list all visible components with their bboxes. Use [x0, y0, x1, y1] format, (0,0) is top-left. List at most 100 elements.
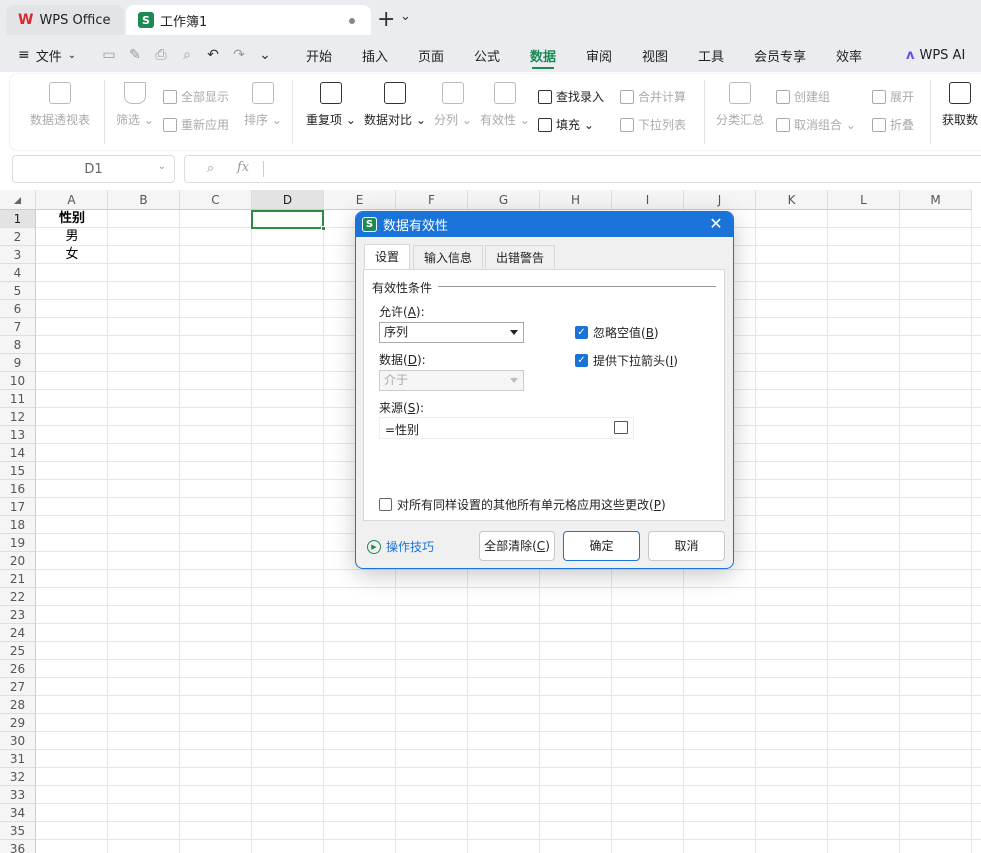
tab-workbook[interactable]: S 工作簿1 — [126, 5, 371, 35]
new-tab-button[interactable]: + — [377, 7, 395, 33]
row-header-13[interactable]: 13 — [0, 426, 36, 444]
format-painter-icon[interactable]: ✎ — [126, 46, 144, 64]
column-header-k[interactable]: K — [756, 190, 828, 210]
ungroup-button[interactable]: 取消组合 ⌄ — [776, 116, 856, 133]
close-icon[interactable]: ✕ — [707, 215, 725, 233]
column-header-g[interactable]: G — [468, 190, 540, 210]
menu-data[interactable]: 数据 — [530, 38, 556, 72]
undo-icon[interactable]: ↶ — [204, 46, 222, 64]
source-input[interactable]: =性别 — [379, 417, 634, 439]
menu-efficiency[interactable]: 效率 — [836, 38, 862, 72]
row-header-30[interactable]: 30 — [0, 732, 36, 750]
row-header-23[interactable]: 23 — [0, 606, 36, 624]
menu-page[interactable]: 页面 — [418, 38, 444, 72]
row-header-24[interactable]: 24 — [0, 624, 36, 642]
row-header-34[interactable]: 34 — [0, 804, 36, 822]
row-header-17[interactable]: 17 — [0, 498, 36, 516]
column-header-a[interactable]: A — [36, 190, 108, 210]
column-header-j[interactable]: J — [684, 190, 756, 210]
cell-a2[interactable]: 男 — [36, 228, 108, 246]
row-header-5[interactable]: 5 — [0, 282, 36, 300]
row-header-9[interactable]: 9 — [0, 354, 36, 372]
subtotal-button[interactable]: 分类汇总 — [716, 82, 764, 128]
create-group-button[interactable]: 创建组 — [776, 88, 830, 105]
column-header-l[interactable]: L — [828, 190, 900, 210]
column-header-h[interactable]: H — [540, 190, 612, 210]
quick-access-chevron-icon[interactable]: ⌄ — [256, 46, 274, 64]
row-header-36[interactable]: 36 — [0, 840, 36, 853]
row-header-11[interactable]: 11 — [0, 390, 36, 408]
row-header-16[interactable]: 16 — [0, 480, 36, 498]
filter-button[interactable]: 筛选 ⌄ — [116, 82, 154, 128]
row-header-25[interactable]: 25 — [0, 642, 36, 660]
apply-all-label[interactable]: 对所有同样设置的其他所有单元格应用这些更改(P) — [397, 496, 666, 513]
tips-link[interactable]: ▶ 操作技巧 — [367, 538, 434, 555]
row-header-22[interactable]: 22 — [0, 588, 36, 606]
row-header-20[interactable]: 20 — [0, 552, 36, 570]
column-header-i[interactable]: I — [612, 190, 684, 210]
show-all-button[interactable]: 全部显示 — [163, 88, 229, 105]
row-header-35[interactable]: 35 — [0, 822, 36, 840]
column-header-f[interactable]: F — [396, 190, 468, 210]
save-icon[interactable]: ▭ — [100, 46, 118, 64]
split-column-button[interactable]: 分列 ⌄ — [434, 82, 472, 128]
cell-a1[interactable]: 性别 — [36, 210, 108, 228]
print-icon[interactable]: ⎙ — [152, 46, 170, 64]
column-header-b[interactable]: B — [108, 190, 180, 210]
row-header-29[interactable]: 29 — [0, 714, 36, 732]
cancel-button[interactable]: 取消 — [648, 531, 725, 561]
sort-button[interactable]: 排序 ⌄ — [244, 82, 282, 128]
fill-button[interactable]: 填充 ⌄ — [538, 116, 594, 133]
row-header-19[interactable]: 19 — [0, 534, 36, 552]
dialog-title-bar[interactable]: S 数据有效性 ✕ — [356, 212, 733, 237]
row-header-28[interactable]: 28 — [0, 696, 36, 714]
row-header-12[interactable]: 12 — [0, 408, 36, 426]
row-header-27[interactable]: 27 — [0, 678, 36, 696]
dropdown-arrow-label[interactable]: 提供下拉箭头(I) — [593, 352, 678, 369]
fill-handle[interactable] — [321, 226, 326, 231]
tab-error-alert[interactable]: 出错警告 — [485, 245, 556, 269]
menu-view[interactable]: 视图 — [642, 38, 668, 72]
ignore-blank-label[interactable]: 忽略空值(B) — [593, 324, 659, 341]
wps-ai-button[interactable]: ᴧ WPS AI — [906, 38, 965, 72]
data-validation-button[interactable]: 有效性 ⌄ — [480, 82, 530, 128]
fx-icon[interactable]: fx — [237, 160, 249, 175]
column-header-c[interactable]: C — [180, 190, 252, 210]
range-picker-icon[interactable] — [614, 421, 628, 434]
tab-settings[interactable]: 设置 — [364, 244, 411, 270]
tab-input-message[interactable]: 输入信息 — [413, 245, 484, 269]
ignore-blank-checkbox[interactable]: ✓ — [575, 326, 588, 339]
menu-review[interactable]: 审阅 — [586, 38, 612, 72]
row-header-14[interactable]: 14 — [0, 444, 36, 462]
get-data-button[interactable]: 获取数 — [942, 82, 978, 128]
row-header-8[interactable]: 8 — [0, 336, 36, 354]
dropdown-arrow-checkbox[interactable]: ✓ — [575, 354, 588, 367]
dropdown-list-button[interactable]: 下拉列表 — [620, 116, 686, 133]
column-header-d[interactable]: D — [252, 190, 324, 210]
consolidate-button[interactable]: 合并计算 — [620, 88, 686, 105]
row-header-7[interactable]: 7 — [0, 318, 36, 336]
tab-list-chevron-icon[interactable]: ⌄ — [400, 9, 411, 24]
expand-button[interactable]: 展开 — [872, 88, 914, 105]
formula-bar[interactable]: ⌕ fx — [184, 155, 981, 183]
data-select[interactable]: 介于 — [379, 370, 524, 391]
row-header-2[interactable]: 2 — [0, 228, 36, 246]
clear-all-button[interactable]: 全部清除(C) — [479, 531, 555, 561]
row-header-15[interactable]: 15 — [0, 462, 36, 480]
unsaved-dot-icon[interactable] — [349, 18, 355, 24]
row-header-10[interactable]: 10 — [0, 372, 36, 390]
pivot-table-button[interactable]: 数据透视表 — [30, 82, 90, 128]
menu-insert[interactable]: 插入 — [362, 38, 388, 72]
row-header-6[interactable]: 6 — [0, 300, 36, 318]
reapply-button[interactable]: 重新应用 — [163, 116, 229, 133]
file-menu[interactable]: ≡ 文件 ⌄ — [18, 38, 76, 72]
name-box[interactable]: D1 ⌄ — [12, 155, 175, 183]
menu-member[interactable]: 会员专享 — [754, 38, 806, 72]
data-compare-button[interactable]: 数据对比 ⌄ — [364, 82, 426, 128]
ok-button[interactable]: 确定 — [563, 531, 640, 561]
selected-cell-d1[interactable] — [251, 210, 326, 231]
column-header-e[interactable]: E — [324, 190, 396, 210]
row-header-4[interactable]: 4 — [0, 264, 36, 282]
apply-all-checkbox[interactable] — [379, 498, 392, 511]
row-header-21[interactable]: 21 — [0, 570, 36, 588]
